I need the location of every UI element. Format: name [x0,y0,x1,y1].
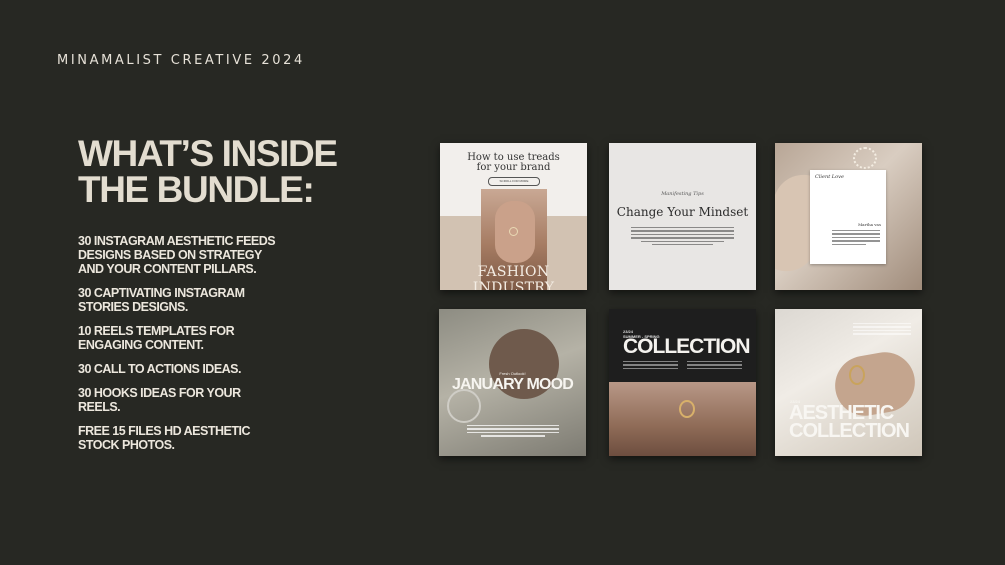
headline-line-2: THE BUNDLE: [78,169,315,210]
tile-title-line-2: COLLECTION [789,420,910,442]
feature-text: 30 CALL TO ACTIONS IDEAS. [78,362,242,376]
tile-kicker: Manifesting Tips [661,191,704,197]
feature-item: 30 INSTAGRAM AESTHETIC FEEDS DESIGNS BAS… [78,234,293,276]
tile-title-line-2: for your brand [476,162,551,173]
feature-item: 30 HOOKS IDEAS FOR YOUR REELS. [78,386,293,414]
feature-text: 30 HOOKS IDEAS FOR YOUR [78,386,241,400]
feature-text: 30 CAPTIVATING INSTAGRAM [78,286,245,300]
text-lines-left [623,361,678,371]
feature-text: STORIES DESIGNS. [78,300,188,314]
tile-footer-text: FASHION INDUSTRY [472,264,555,290]
feature-item: 30 CAPTIVATING INSTAGRAM STORIES DESIGNS… [78,286,293,314]
feature-text: STOCK PHOTOS. [78,438,175,452]
brand-title: MINAMALIST CREATIVE 2024 [57,53,305,68]
template-preview-collection[interactable]: 23/24 SUMMER - SPRING COLLECTION [609,309,756,456]
feature-item: FREE 15 FILES HD AESTHETIC STOCK PHOTOS. [78,424,293,452]
feature-text: REELS. [78,400,121,414]
headline: WHAT’S INSIDE THE BUNDLE: [78,133,378,210]
feature-text: DESIGNS BASED ON STRATEGY [78,248,262,262]
feature-list: 30 INSTAGRAM AESTHETIC FEEDS DESIGNS BAS… [78,234,293,452]
card-name: Martha vas [858,222,881,227]
feature-text: 30 INSTAGRAM AESTHETIC FEEDS [78,234,276,248]
text-lines [853,323,911,337]
template-preview-january[interactable]: Fresh Outlook! JANUARY MOOD [439,309,586,456]
bracelet-photo [853,147,877,169]
feature-item: 10 REELS TEMPLATES FOR ENGAGING CONTENT. [78,324,293,352]
template-preview-client-love[interactable]: Client Love Martha vas [775,143,922,290]
body-text-lines [467,425,559,439]
template-preview-aesthetic[interactable]: 23/24 AESTHETIC COLLECTION [775,309,922,456]
text-lines-right [687,361,742,371]
template-preview-fashion[interactable]: How to use treads for your brand SCROLL … [440,143,587,290]
card-text-lines [832,230,880,247]
template-preview-mindset[interactable]: Manifesting Tips Change Your Mindset [609,143,756,290]
body-text-lines [631,227,734,247]
tile-title: JANUARY MOOD [451,376,574,393]
portrait-photo [609,382,756,456]
feature-text: FREE 15 FILES HD AESTHETIC [78,424,250,438]
feature-item: 30 CALL TO ACTIONS IDEAS. [78,362,293,376]
feature-text: ENGAGING CONTENT. [78,338,204,352]
card-title: Client Love [815,174,844,180]
headline-line-1: WHAT’S INSIDE [78,133,338,174]
earring-photo [679,400,695,418]
glass-photo [447,389,481,423]
tile-title: COLLECTION [623,335,750,358]
bracelet-photo [849,365,865,385]
feature-text: 10 REELS TEMPLATES FOR [78,324,235,338]
scroll-button: SCROLL FOR MORE [488,177,540,186]
testimonial-card: Client Love Martha vas [810,170,886,264]
feature-text: AND YOUR CONTENT PILLARS. [78,262,257,276]
tile-title: Change Your Mindset [616,205,749,219]
